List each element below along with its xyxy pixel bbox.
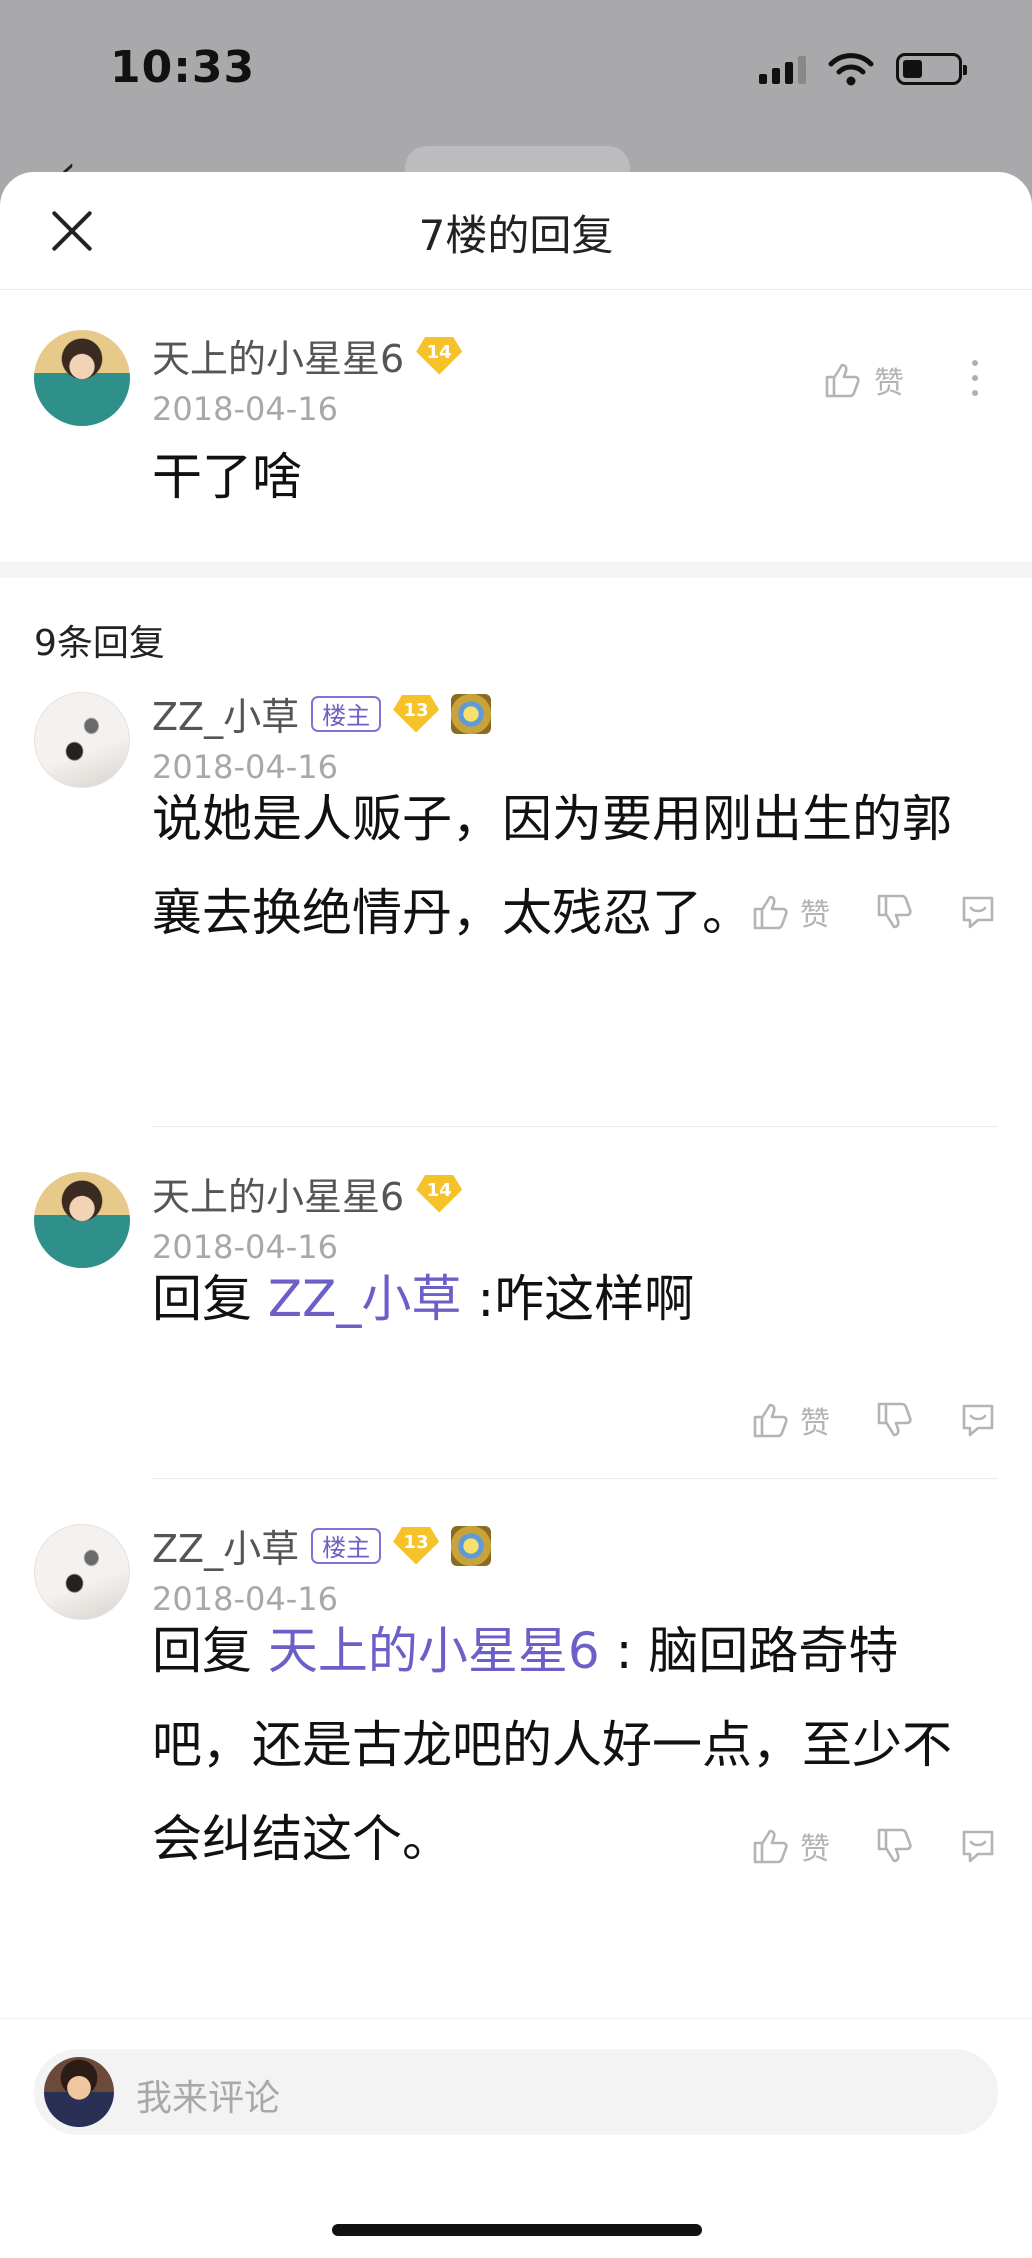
like-button[interactable]: 赞 bbox=[750, 1398, 830, 1442]
like-button[interactable]: 赞 bbox=[750, 1824, 830, 1868]
main-post: 天上的小星星6 14 2018-04-16 赞 干了啥 bbox=[0, 290, 1032, 560]
avatar[interactable] bbox=[34, 1172, 130, 1268]
status-bar: 10:33 bbox=[0, 0, 1032, 140]
comment-icon[interactable] bbox=[958, 892, 998, 932]
level-badge: 13 bbox=[393, 1526, 440, 1565]
battery-icon bbox=[896, 53, 967, 85]
reply-prefix: 回复 bbox=[152, 1622, 252, 1680]
medal-icon bbox=[451, 1525, 492, 1566]
sheet-title: 7楼的回复 bbox=[418, 211, 614, 260]
status-icons bbox=[759, 52, 967, 86]
mention-link[interactable]: 天上的小星星6 bbox=[268, 1622, 600, 1680]
comment-placeholder: 我来评论 bbox=[136, 2078, 281, 2119]
replies-count: 9条回复 bbox=[34, 623, 165, 664]
comment-icon[interactable] bbox=[958, 1826, 998, 1866]
level-badge: 13 bbox=[393, 694, 440, 733]
like-label: 赞 bbox=[874, 366, 904, 401]
level-badge: 14 bbox=[416, 1174, 463, 1213]
reply-actions: 赞 bbox=[750, 890, 998, 934]
mention-link[interactable]: ZZ_小草 bbox=[268, 1270, 462, 1328]
username[interactable]: 天上的小星星6 bbox=[152, 328, 404, 383]
username-row: ZZ_小草 楼主 13 bbox=[152, 686, 492, 741]
avatar bbox=[44, 2057, 114, 2127]
thumbs-down-icon[interactable] bbox=[874, 892, 914, 932]
thumbs-up-icon bbox=[825, 363, 860, 398]
avatar[interactable] bbox=[34, 1524, 130, 1620]
thumbs-up-icon bbox=[753, 895, 788, 930]
home-indicator[interactable] bbox=[332, 2224, 702, 2236]
host-badge: 楼主 bbox=[311, 695, 382, 732]
like-button[interactable]: 赞 bbox=[822, 358, 904, 402]
like-button[interactable]: 赞 bbox=[750, 890, 830, 934]
username[interactable]: ZZ_小草 bbox=[152, 1518, 299, 1573]
reply-divider bbox=[152, 1126, 998, 1127]
reply-text: :咋这样啊 bbox=[477, 1270, 695, 1328]
host-badge: 楼主 bbox=[311, 1527, 382, 1564]
sheet-header: 7楼的回复 bbox=[0, 172, 1032, 290]
username-row: 天上的小星星6 14 bbox=[152, 1166, 463, 1221]
like-label: 赞 bbox=[800, 1406, 830, 1441]
reply-actions: 赞 bbox=[750, 1824, 998, 1868]
thumbs-up-icon bbox=[753, 1829, 788, 1864]
username[interactable]: ZZ_小草 bbox=[152, 686, 299, 741]
thumbs-down-icon[interactable] bbox=[874, 1826, 914, 1866]
thumbs-down-icon[interactable] bbox=[874, 1400, 914, 1440]
username[interactable]: 天上的小星星6 bbox=[152, 1166, 404, 1221]
post-date: 2018-04-16 bbox=[152, 390, 338, 428]
comment-icon[interactable] bbox=[958, 1400, 998, 1440]
username-row: ZZ_小草 楼主 13 bbox=[152, 1518, 492, 1573]
reply-content: 回复 ZZ_小草 :咋这样啊 bbox=[152, 1252, 972, 1346]
post-content: 干了啥 bbox=[152, 448, 302, 506]
reply-item: ZZ_小草 楼主 13 2018-04-16 说她是人贩子，因为要用刚出生的郭襄… bbox=[0, 692, 1032, 962]
avatar[interactable] bbox=[34, 330, 130, 426]
like-label: 赞 bbox=[800, 898, 830, 933]
like-label: 赞 bbox=[800, 1832, 830, 1867]
status-time: 10:33 bbox=[110, 42, 256, 93]
comment-bar: 我来评论 bbox=[0, 2018, 1032, 2258]
more-icon[interactable] bbox=[972, 360, 982, 396]
thumbs-up-icon bbox=[753, 1403, 788, 1438]
reply-item: ZZ_小草 楼主 13 2018-04-16 回复 天上的小星星6 : 脑回路奇… bbox=[0, 1524, 1032, 1924]
username-row: 天上的小星星6 14 bbox=[152, 328, 463, 383]
avatar[interactable] bbox=[34, 692, 130, 788]
section-divider bbox=[0, 562, 1032, 578]
signal-icon bbox=[759, 54, 806, 84]
level-badge: 14 bbox=[416, 336, 463, 375]
comment-input[interactable]: 我来评论 bbox=[34, 2049, 998, 2135]
wifi-icon bbox=[828, 53, 874, 86]
medal-icon bbox=[451, 693, 492, 734]
reply-actions: 赞 bbox=[750, 1398, 998, 1442]
reply-prefix: 回复 bbox=[152, 1270, 252, 1328]
reply-item: 天上的小星星6 14 2018-04-16 回复 ZZ_小草 :咋这样啊 赞 bbox=[0, 1172, 1032, 1441]
reply-sheet: 7楼的回复 天上的小星星6 14 2018-04-16 赞 干了啥 9条回复 Z… bbox=[0, 172, 1032, 2258]
reply-divider bbox=[152, 1478, 998, 1479]
